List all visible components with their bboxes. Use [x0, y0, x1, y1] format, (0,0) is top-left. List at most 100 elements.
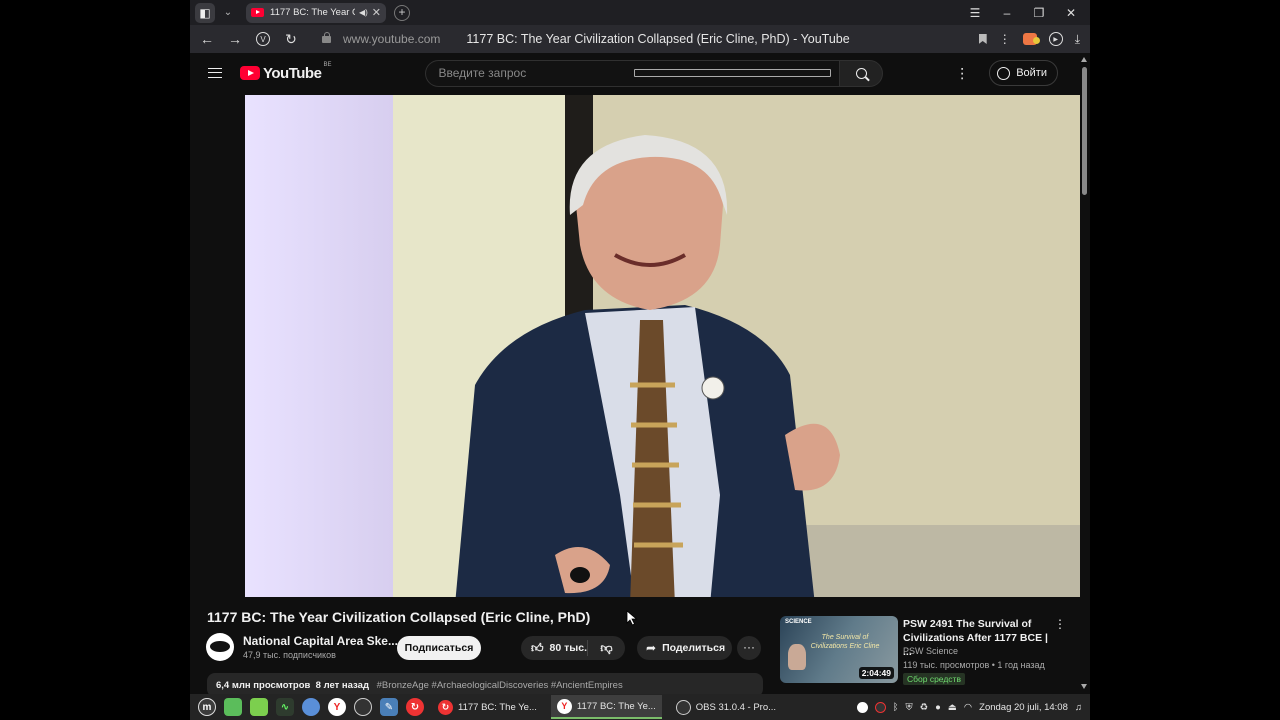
search-button[interactable] — [839, 59, 884, 87]
tab-title: 1177 BC: The Year Civilization Collapsed — [270, 7, 355, 18]
wifi-icon[interactable]: ◠ — [964, 702, 972, 713]
youtube-play-icon — [240, 66, 260, 80]
description-box[interactable]: 6,4 млн просмотров 8 лет назад #BronzeAg… — [207, 673, 763, 694]
chevron-down-icon[interactable]: ⌄ — [218, 3, 238, 23]
address-page-title[interactable]: 1177 BC: The Year Civilization Collapsed… — [466, 32, 849, 46]
user-tray-icon[interactable]: ● — [935, 702, 941, 713]
address-bar: ← → V ↻ www.youtube.com 1177 BC: The Yea… — [190, 25, 1090, 53]
recommendation-thumbnail[interactable]: SCIENCE The Survival of Civilizations Er… — [780, 616, 898, 683]
dislike-button[interactable]: 👎︎ — [588, 641, 625, 656]
browser-tab-active[interactable]: 1177 BC: The Year Civilization Collapsed… — [246, 2, 386, 23]
extension-icon[interactable] — [1022, 33, 1040, 45]
browser-launcher-icon[interactable] — [302, 698, 320, 716]
page-scrollbar[interactable] — [1079, 53, 1090, 694]
screen: ◧ ⌄ 1177 BC: The Year Civilization Colla… — [0, 0, 1280, 720]
menu-icon[interactable]: ☰ — [968, 6, 982, 20]
more-vertical-icon[interactable]: ⋮ — [999, 32, 1011, 46]
keyboard-icon[interactable] — [633, 69, 832, 77]
start-menu-icon[interactable]: m — [198, 698, 216, 716]
scroll-up-icon[interactable] — [1081, 57, 1087, 62]
search-icon — [855, 67, 867, 79]
yandex-launcher-icon[interactable]: Y — [328, 698, 346, 716]
yandex-tray-icon[interactable] — [856, 701, 868, 713]
hamburger-menu-icon[interactable] — [208, 68, 222, 78]
task-2-icon: Y — [556, 698, 572, 714]
more-actions-button[interactable]: ··· — [737, 636, 761, 660]
task-3-label: OBS 31.0.4 - Pro... — [695, 701, 777, 713]
speaker-figure — [455, 135, 840, 597]
share-button[interactable]: ➦ Поделиться — [637, 636, 732, 660]
file-manager-icon[interactable] — [250, 698, 268, 716]
recommendation-channel[interactable]: PSW Science — [903, 646, 958, 656]
scroll-thumb[interactable] — [1082, 67, 1087, 195]
like-button[interactable]: 👍︎ 80 тыс. — [521, 640, 588, 656]
close-window-icon[interactable]: ✕ — [1064, 6, 1078, 20]
settings-more-icon[interactable]: ⋮ — [955, 65, 969, 82]
show-desktop-icon[interactable] — [224, 698, 242, 716]
obs-tray-icon[interactable] — [874, 701, 886, 713]
video-player[interactable] — [245, 95, 1080, 597]
bluetooth-icon[interactable]: ᛒ — [893, 702, 899, 713]
yandex-v-icon[interactable]: V — [252, 28, 274, 50]
region-code: BE — [323, 62, 332, 68]
download-icon[interactable]: ⤓ — [1075, 32, 1080, 47]
bookmark-icon[interactable] — [978, 34, 987, 44]
url-domain[interactable]: www.youtube.com — [343, 32, 440, 46]
red-app-icon[interactable]: ↻ — [406, 698, 424, 716]
browser-window: ◧ ⌄ 1177 BC: The Year Civilization Colla… — [190, 0, 1090, 694]
share-icon: ➦ — [646, 641, 657, 655]
youtube-logo-text: YouTube — [263, 64, 322, 82]
youtube-logo[interactable]: YouTube BE — [240, 62, 332, 82]
task-2-label: 1177 BC: The Ye... — [576, 700, 656, 712]
youtube-favicon-icon — [251, 8, 264, 17]
signin-button[interactable]: Войти — [989, 60, 1058, 86]
signin-label: Войти — [1016, 67, 1047, 79]
system-monitor-icon[interactable]: ∿ — [276, 698, 294, 716]
clock[interactable]: Zondag 20 juli, 14:08 — [979, 702, 1068, 713]
upload-age: 8 лет назад — [315, 680, 369, 691]
taskbar-task-1[interactable]: ↻ 1177 BC: The Ye... — [432, 695, 543, 719]
thumbs-up-icon: 👍︎ — [531, 640, 544, 655]
text-editor-icon[interactable]: ✎ — [380, 698, 398, 716]
search-input[interactable]: Введите запрос — [425, 59, 840, 87]
system-tray: ᛒ ⛨ ♻ ● ⏏ ◠ Zondag 20 juli, 14:08 ♫ — [856, 701, 1090, 713]
search-placeholder: Введите запрос — [438, 66, 527, 80]
subscribe-button[interactable]: Подписаться — [397, 636, 481, 660]
hashtags[interactable]: #BronzeAge #ArchaeologicalDiscoveries #A… — [377, 680, 623, 691]
scroll-down-icon[interactable] — [1081, 684, 1087, 689]
forward-button[interactable]: → — [224, 28, 246, 50]
youtube-header: YouTube BE Введите запрос ⋮ Войти — [190, 53, 1078, 93]
lock-icon[interactable] — [322, 31, 331, 43]
recommendation-more-icon[interactable]: ⋮ — [1054, 617, 1066, 631]
minimize-icon[interactable]: – — [1000, 6, 1014, 20]
address-bar-actions: ⋮ ▶ ⤓ — [978, 32, 1090, 47]
sidebar-toggle-icon[interactable]: ◧ — [195, 2, 215, 23]
mouse-cursor-icon — [626, 610, 638, 626]
task-1-icon: ↻ — [438, 699, 453, 715]
channel-avatar[interactable] — [206, 633, 234, 661]
eject-icon[interactable]: ⏏ — [948, 702, 957, 713]
obs-launcher-icon[interactable] — [354, 698, 372, 716]
music-note-icon[interactable]: ♫ — [1075, 702, 1082, 713]
channel-name[interactable]: National Capital Area Ske... — [243, 634, 398, 648]
taskbar-task-2[interactable]: Y 1177 BC: The Ye... — [550, 695, 662, 719]
task-3-icon — [675, 699, 691, 715]
close-icon[interactable]: ✕ — [372, 6, 381, 19]
update-icon[interactable]: ♻ — [920, 702, 929, 713]
shield-icon[interactable]: ⛨ — [905, 702, 912, 713]
user-icon — [997, 66, 1011, 80]
thumbnail-face — [788, 644, 806, 670]
video-duration: 2:04:49 — [858, 667, 894, 679]
task-1-label: 1177 BC: The Ye... — [458, 701, 537, 713]
tab-bar: ◧ ⌄ 1177 BC: The Year Civilization Colla… — [190, 0, 1090, 25]
taskbar-task-3[interactable]: OBS 31.0.4 - Pro... — [670, 695, 782, 719]
media-controls-icon[interactable]: ▶ — [1048, 32, 1063, 46]
reload-button[interactable]: ↻ — [280, 28, 302, 50]
new-tab-button[interactable]: + — [394, 4, 410, 21]
thumbnail-brand: SCIENCE — [785, 619, 812, 625]
back-button[interactable]: ← — [196, 28, 218, 50]
speaker-icon[interactable]: ◀) — [359, 8, 368, 17]
like-dislike-group: 👍︎ 80 тыс. 👎︎ — [521, 636, 625, 660]
thumbnail-title: The Survival of Civilizations Eric Cline — [810, 634, 880, 650]
restore-icon[interactable]: ❐ — [1032, 6, 1046, 20]
